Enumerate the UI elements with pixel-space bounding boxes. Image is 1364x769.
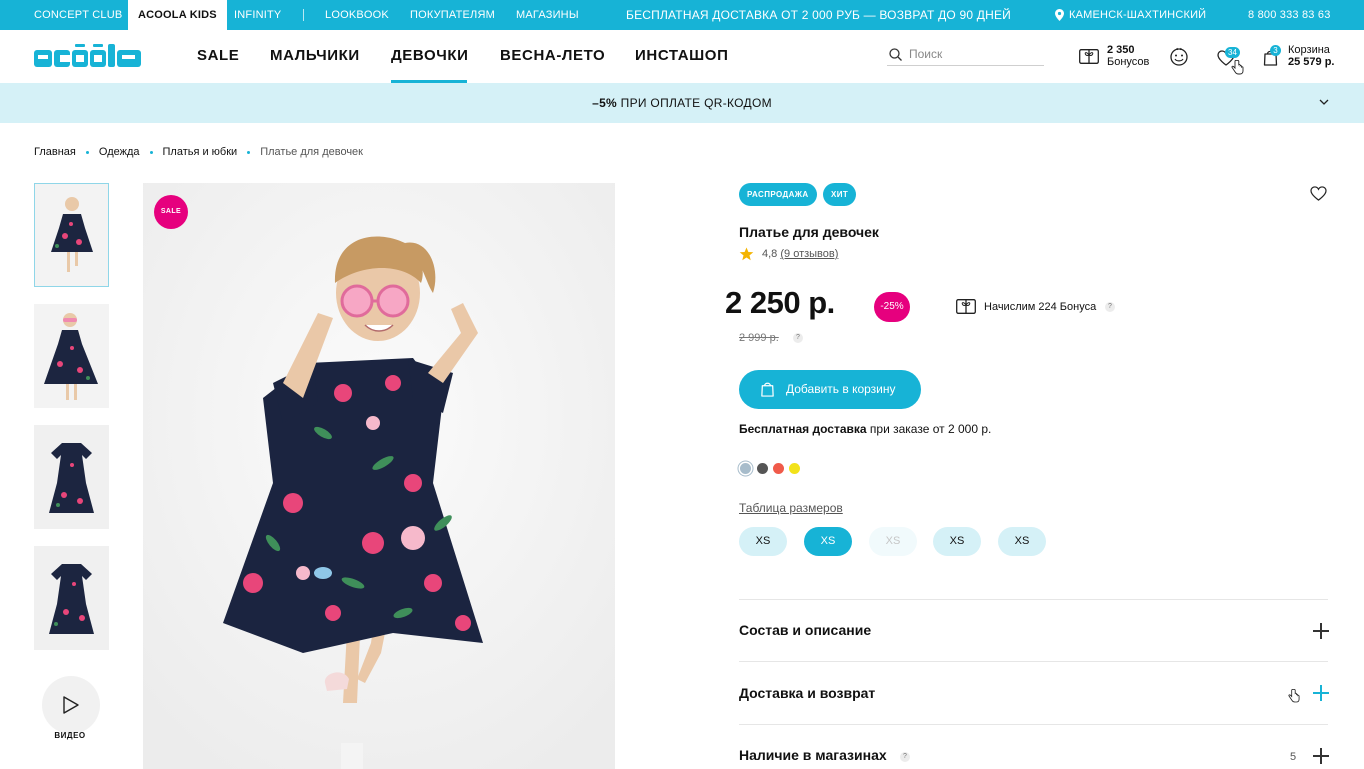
rating: 4,8 (9 отзывов) [762,248,838,260]
search-icon [889,48,902,61]
chevron-down-icon[interactable] [1319,99,1329,106]
location-pin-icon [1055,9,1064,21]
nav-spring-summer[interactable]: ВЕСНА-ЛЕТО [500,47,605,64]
store-count: 5 [1290,751,1297,763]
gift-card-icon[interactable] [1079,49,1099,64]
plus-icon[interactable] [1313,748,1329,764]
thumbnail-1[interactable] [34,183,109,287]
concept-club-link[interactable]: CONCEPT CLUB [34,0,122,30]
size-table-link[interactable]: Таблица размеров [739,501,843,515]
add-to-favorites-heart-icon[interactable] [1310,186,1327,201]
bonus-gift-icon [956,299,976,314]
tag-sale: РАСПРОДАЖА [739,183,817,206]
qr-promo-discount: –5% [592,96,618,110]
lookbook-link[interactable]: LOOKBOOK [325,0,389,30]
favorites-count-badge: 34 [1225,47,1240,58]
thumbnail-2[interactable] [34,304,109,408]
thumbnail-photo [34,546,109,650]
acoola-logo[interactable] [34,44,141,67]
product-photo [143,183,615,769]
color-swatch-grey-blue[interactable] [740,463,751,474]
add-to-cart-label: Добавить в корзину [786,382,896,396]
nav-instashop[interactable]: ИНСТАШОП [635,47,728,64]
qr-promo-message: ПРИ ОПЛАТЕ QR-КОДОМ [617,96,772,110]
shopping-bag-icon [761,382,774,397]
thumbnail-4[interactable] [34,546,109,650]
hand-cursor-icon [1288,689,1300,703]
accordion-divider [739,661,1328,662]
breadcrumb-home[interactable]: Главная [34,146,76,158]
reviews-link[interactable]: (9 отзывов) [780,248,838,260]
breadcrumb-current: Платье для девочек [260,146,363,158]
cart-total: 25 579 р. [1288,56,1335,68]
main-product-image[interactable] [143,183,615,769]
bonus-help-icon[interactable]: ? [1105,302,1115,312]
thumbnail-3[interactable] [34,425,109,529]
rating-value: 4,8 [762,248,778,260]
search-placeholder: Поиск [909,47,943,61]
accordion-divider [739,724,1328,725]
current-price: 2 250 р. [725,285,835,320]
plus-icon[interactable] [1313,623,1329,639]
accordion-delivery-title[interactable]: Доставка и возврат [739,685,875,701]
size-option-unavailable: XS [869,527,917,556]
free-delivery-bold: Бесплатная доставка [739,422,867,436]
hand-cursor-icon [1231,60,1244,75]
breadcrumb-clothing[interactable]: Одежда [99,146,140,158]
old-price: 2 999 р. [739,332,779,344]
price-help-icon[interactable]: ? [793,333,803,343]
add-to-cart-button[interactable]: Добавить в корзину [739,370,921,409]
product-title: Платье для девочек [739,224,879,240]
accordion-store-availability-title[interactable]: Наличие в магазинах [739,747,887,763]
breadcrumb-separator [85,150,89,154]
thumbnail-photo [35,184,108,286]
tag-hit: ХИТ [823,183,857,206]
top-bar: CONCEPT CLUB ACOOLA KIDS INFINITY LOOKBO… [0,0,1364,30]
accordion-divider [739,599,1328,600]
cart-count-badge: 3 [1270,45,1281,56]
main-header: SALE МАЛЬЧИКИ ДЕВОЧКИ ВЕСНА-ЛЕТО ИНСТАШО… [0,30,1364,83]
qr-promo-banner[interactable]: –5% ПРИ ОПЛАТЕ QR-КОДОМ [0,83,1364,123]
size-option[interactable]: XS [998,527,1046,556]
phone-number[interactable]: 8 800 333 83 63 [1248,0,1331,30]
free-delivery-note: Бесплатная доставка при заказе от 2 000 … [739,422,991,436]
video-label: ВИДЕО [54,731,86,740]
nav-boys[interactable]: МАЛЬЧИКИ [270,47,360,64]
accordion-composition-title[interactable]: Состав и описание [739,622,871,638]
thumbnail-photo [34,425,109,529]
sale-badge: SALE [154,195,188,229]
topbar-divider [303,9,304,21]
infinity-link[interactable]: INFINITY [234,0,281,30]
size-option[interactable]: XS [739,527,787,556]
play-icon [63,696,79,714]
breadcrumb-separator [247,150,251,154]
search-field[interactable]: Поиск [887,44,1044,66]
discount-badge: -25% [874,292,910,322]
breadcrumb-dresses-skirts[interactable]: Платья и юбки [163,146,238,158]
color-swatch-red[interactable] [773,463,784,474]
bonus-label: Бонусов [1107,56,1150,68]
acoola-kids-link[interactable]: ACOOLA KIDS [128,0,227,30]
bonus-accrual-text: Начислим 224 Бонуса [984,301,1097,313]
video-play-button[interactable] [42,676,100,734]
nav-sale[interactable]: SALE [197,47,239,64]
star-icon [739,247,754,261]
breadcrumb-separator [149,150,153,154]
smiley-profile-icon[interactable] [1169,47,1189,67]
free-delivery-promo: БЕСПЛАТНАЯ ДОСТАВКА ОТ 2 000 РУБ — ВОЗВР… [626,8,1011,22]
availability-help-icon[interactable]: ? [900,752,910,762]
plus-icon-hover[interactable] [1313,685,1329,701]
free-delivery-condition: при заказе от 2 000 р. [866,422,992,436]
customers-link[interactable]: ПОКУПАТЕЛЯМ [410,0,495,30]
color-swatch-dark-grey[interactable] [757,463,768,474]
size-option-selected[interactable]: XS [804,527,852,556]
stores-link[interactable]: МАГАЗИНЫ [516,0,579,30]
nav-girls[interactable]: ДЕВОЧКИ [391,47,469,64]
qr-promo-text: –5% ПРИ ОПЛАТЕ QR-КОДОМ [0,96,1364,110]
size-option[interactable]: XS [933,527,981,556]
city-selector[interactable]: КАМЕНСК-ШАХТИНСКИЙ [1069,0,1206,30]
color-swatch-yellow[interactable] [789,463,800,474]
breadcrumb: Главная Одежда Платья и юбки Платье для дев… [34,146,363,158]
thumbnail-photo [34,304,109,408]
